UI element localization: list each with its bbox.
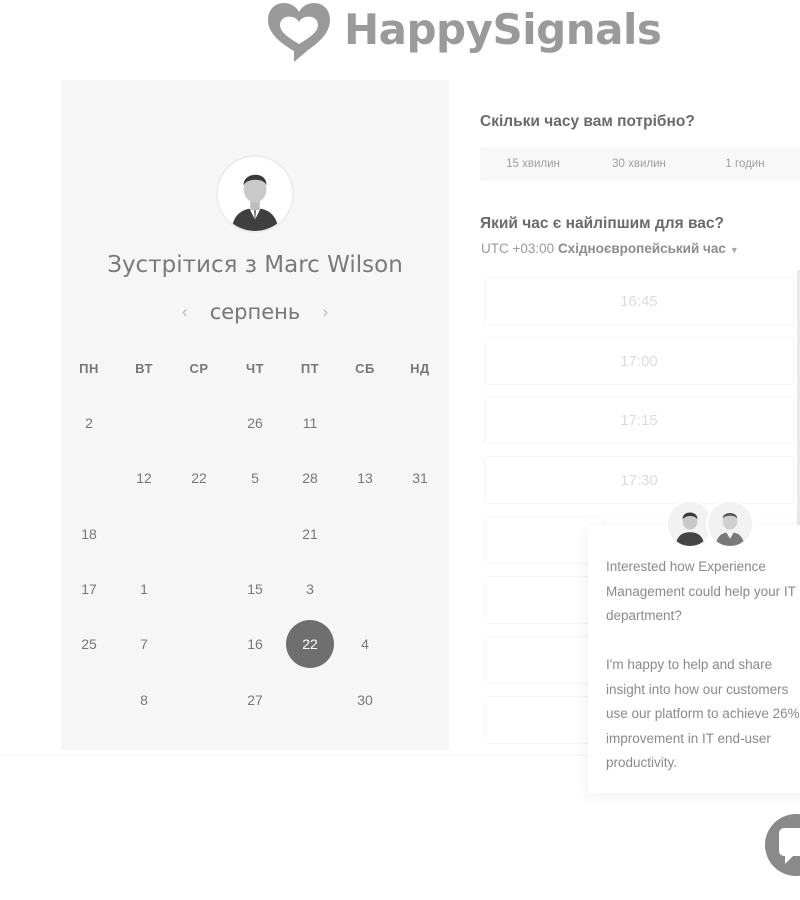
time-slot[interactable]: 17:30 <box>484 456 794 504</box>
weekday-label: ПТ <box>300 361 320 376</box>
calendar-day[interactable]: 4 <box>341 620 389 668</box>
duration-option-30[interactable]: 30 хвилин <box>586 147 692 181</box>
calendar-day <box>231 510 279 558</box>
calendar-day <box>341 565 389 613</box>
calendar-day[interactable]: 12 <box>120 454 168 502</box>
time-slot-hidden <box>484 576 604 624</box>
timezone-selector[interactable]: UTC +03:00 Східноєвропейський час ▼ <box>481 241 739 256</box>
calendar-panel: Зустрітися з Marc Wilson ‹ серпень › ПН В… <box>61 80 449 750</box>
calendar-day[interactable]: 26 <box>231 399 279 447</box>
calendar-day <box>120 510 168 558</box>
time-slot[interactable]: 16:45 <box>484 277 794 325</box>
calendar-day <box>175 676 223 724</box>
weekday-label: НД <box>410 361 430 376</box>
meeting-title: Зустрітися з Marc Wilson <box>107 252 403 278</box>
weekday-label: СБ <box>355 361 375 376</box>
heart-speech-icon <box>268 2 330 62</box>
time-slot-hidden <box>484 636 604 684</box>
calendar-day[interactable]: 13 <box>341 454 389 502</box>
weekday-label: ПН <box>79 361 99 376</box>
calendar-day[interactable]: 27 <box>231 676 279 724</box>
calendar-day <box>286 676 334 724</box>
calendar-day <box>175 565 223 613</box>
calendar-day[interactable]: 15 <box>231 565 279 613</box>
calendar-day[interactable]: 21 <box>286 510 334 558</box>
calendar-day <box>396 676 444 724</box>
timezone-name: Східноєвропейський час <box>557 241 726 256</box>
calendar-day[interactable]: 28 <box>286 454 334 502</box>
chat-message-intro: Interested how Experience Management cou… <box>606 559 796 624</box>
timezone-offset: UTC +03:00 <box>481 241 555 256</box>
calendar-day[interactable]: 1 <box>120 565 168 613</box>
month-label: серпень <box>209 300 301 324</box>
person-icon <box>218 157 292 231</box>
weekday-label: ЧТ <box>245 361 265 376</box>
calendar-day[interactable]: 2 <box>65 399 113 447</box>
calendar-day[interactable]: 8 <box>120 676 168 724</box>
duration-option-15[interactable]: 15 хвилин <box>480 147 586 181</box>
calendar-day[interactable]: 11 <box>286 399 334 447</box>
calendar-day[interactable]: 31 <box>396 454 444 502</box>
time-question: Який час є найліпшим для вас? <box>480 215 724 232</box>
divider <box>0 755 590 756</box>
calendar-day[interactable]: 3 <box>286 565 334 613</box>
agent-avatar <box>706 500 754 548</box>
brand-logo[interactable]: HappySignals <box>264 0 662 64</box>
calendar-day <box>396 620 444 668</box>
calendar-day <box>396 510 444 558</box>
calendar-day[interactable]: 30 <box>341 676 389 724</box>
calendar-day <box>396 399 444 447</box>
calendar-day[interactable]: 16 <box>231 620 279 668</box>
calendar-day <box>65 676 113 724</box>
calendar-day <box>396 565 444 613</box>
time-slot-hidden <box>484 696 604 744</box>
calendar-day <box>175 399 223 447</box>
calendar-day[interactable]: 5 <box>231 454 279 502</box>
chat-message-body: I'm happy to help and share insight into… <box>606 657 800 771</box>
caret-down-icon: ▼ <box>729 245 739 255</box>
prev-month-icon[interactable]: ‹ <box>178 302 192 322</box>
next-month-icon[interactable]: › <box>318 302 332 322</box>
calendar-day <box>341 510 389 558</box>
calendar-day[interactable]: 17 <box>65 565 113 613</box>
calendar-day[interactable]: 7 <box>120 620 168 668</box>
time-slot[interactable]: 17:00 <box>484 337 794 385</box>
person-icon <box>708 502 752 546</box>
chat-agent-avatars <box>666 500 756 552</box>
month-navigation: ‹ серпень › <box>61 300 449 324</box>
calendar-day <box>175 620 223 668</box>
duration-option-60[interactable]: 1 годин <box>692 147 798 181</box>
weekday-label: ВТ <box>135 361 153 376</box>
calendar-day <box>120 399 168 447</box>
host-avatar <box>216 155 294 233</box>
calendar-day[interactable]: 25 <box>65 620 113 668</box>
duration-selector: 15 хвилин 30 хвилин 1 годин <box>480 147 800 181</box>
calendar-day <box>341 399 389 447</box>
duration-question: Скільки часу вам потрібно? <box>480 113 695 130</box>
time-slot-hidden <box>484 516 604 564</box>
calendar-day-selected[interactable]: 22 <box>286 620 334 668</box>
time-slot[interactable]: 17:15 <box>484 396 794 444</box>
calendar-day <box>175 510 223 558</box>
calendar-day[interactable]: 22 <box>175 454 223 502</box>
chat-bubble-icon <box>779 828 800 864</box>
brand-name: HappySignals <box>344 4 662 54</box>
chat-launcher-button[interactable] <box>765 814 800 876</box>
weekday-label: СР <box>189 361 209 376</box>
calendar-day[interactable]: 18 <box>65 510 113 558</box>
calendar-day <box>65 454 113 502</box>
